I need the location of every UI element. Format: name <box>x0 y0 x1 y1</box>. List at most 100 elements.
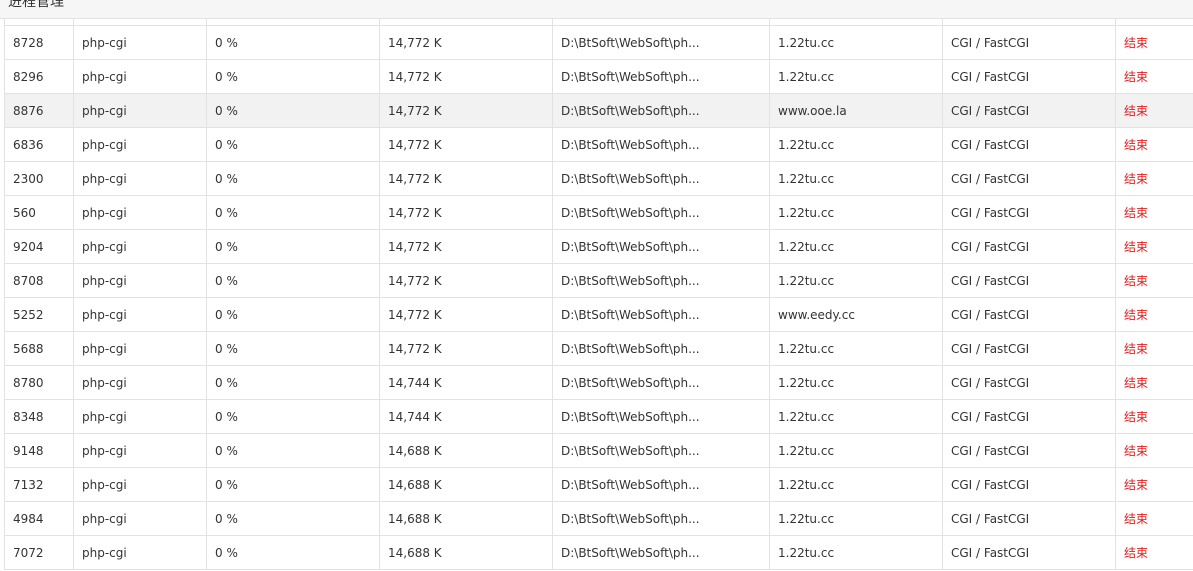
type-cell: CGI / FastCGI <box>942 433 1116 468</box>
table-row[interactable]: 8780 php-cgi 0 % 14,744 K D:\BtSoft\WebSoft\… <box>4 365 1193 400</box>
table-row[interactable]: 7072 php-cgi 0 % 14,688 K D:\BtSoft\WebSoft\… <box>4 535 1193 570</box>
end-process-button[interactable]: 结束 <box>1115 365 1193 400</box>
cpu-cell: 0 % <box>206 25 380 60</box>
pid-cell: 2300 <box>4 161 74 196</box>
process-name-cell: php-cgi <box>73 365 207 400</box>
cpu-cell: 0 % <box>206 263 380 298</box>
site-cell: 1.22tu.cc <box>769 399 943 434</box>
process-name-cell: php-cgi <box>73 501 207 536</box>
memory-cell: 14,688 K <box>379 467 553 502</box>
site-cell: www.eedy.cc <box>769 297 943 332</box>
table-row[interactable]: 8728 php-cgi 0 % 14,772 K D:\BtSoft\WebSoft\… <box>4 25 1193 60</box>
type-cell: CGI / FastCGI <box>942 365 1116 400</box>
table-row[interactable]: 560 php-cgi 0 % 14,772 K D:\BtSoft\WebSoft\p… <box>4 195 1193 230</box>
panel-header: 进程管理 <box>0 0 1193 19</box>
cpu-cell: 0 % <box>206 93 380 128</box>
end-process-button[interactable]: 结束 <box>1115 59 1193 94</box>
panel-title: 进程管理 <box>8 0 64 10</box>
site-cell: 1.22tu.cc <box>769 195 943 230</box>
pid-cell: 8876 <box>4 93 74 128</box>
pid-cell: 4984 <box>4 501 74 536</box>
end-process-button[interactable]: 结束 <box>1115 467 1193 502</box>
table-row[interactable]: 5688 php-cgi 0 % 14,772 K D:\BtSoft\WebSoft\… <box>4 331 1193 366</box>
process-name-cell: php-cgi <box>73 535 207 570</box>
end-process-button[interactable]: 结束 <box>1115 535 1193 570</box>
pid-cell: 8708 <box>4 263 74 298</box>
path-cell: D:\BtSoft\WebSoft\ph... <box>552 25 770 60</box>
memory-cell: 14,688 K <box>379 535 553 570</box>
path-cell: D:\BtSoft\WebSoft\ph... <box>552 297 770 332</box>
process-name-cell: php-cgi <box>73 127 207 162</box>
end-process-button[interactable]: 结束 <box>1115 297 1193 332</box>
cpu-cell: 0 % <box>206 535 380 570</box>
process-name-cell: php-cgi <box>73 467 207 502</box>
cpu-cell: 0 % <box>206 365 380 400</box>
end-process-button[interactable]: 结束 <box>1115 433 1193 468</box>
site-cell: 1.22tu.cc <box>769 467 943 502</box>
end-process-button[interactable]: 结束 <box>1115 195 1193 230</box>
pid-cell: 5252 <box>4 297 74 332</box>
end-process-button[interactable]: 结束 <box>1115 93 1193 128</box>
process-name-cell: php-cgi <box>73 331 207 366</box>
process-name-cell: php-cgi <box>73 433 207 468</box>
pid-cell: 7132 <box>4 467 74 502</box>
cpu-cell: 0 % <box>206 331 380 366</box>
scrollbar[interactable] <box>1187 18 1193 571</box>
memory-cell: 14,744 K <box>379 399 553 434</box>
table-row[interactable]: 7132 php-cgi 0 % 14,688 K D:\BtSoft\WebSoft\… <box>4 467 1193 502</box>
table-row[interactable]: 5252 php-cgi 0 % 14,772 K D:\BtSoft\WebSoft\… <box>4 297 1193 332</box>
cpu-cell: 0 % <box>206 229 380 264</box>
site-cell: 1.22tu.cc <box>769 501 943 536</box>
header-cell <box>552 18 770 26</box>
table-row[interactable]: 8708 php-cgi 0 % 14,772 K D:\BtSoft\WebSoft\… <box>4 263 1193 298</box>
memory-cell: 14,772 K <box>379 331 553 366</box>
pid-cell: 9204 <box>4 229 74 264</box>
path-cell: D:\BtSoft\WebSoft\ph... <box>552 195 770 230</box>
type-cell: CGI / FastCGI <box>942 93 1116 128</box>
process-name-cell: php-cgi <box>73 297 207 332</box>
cpu-cell: 0 % <box>206 297 380 332</box>
end-process-button[interactable]: 结束 <box>1115 399 1193 434</box>
end-process-button[interactable]: 结束 <box>1115 127 1193 162</box>
memory-cell: 14,772 K <box>379 195 553 230</box>
site-cell: 1.22tu.cc <box>769 25 943 60</box>
table-row[interactable]: 6836 php-cgi 0 % 14,772 K D:\BtSoft\WebSoft\… <box>4 127 1193 162</box>
memory-cell: 14,772 K <box>379 59 553 94</box>
site-cell: 1.22tu.cc <box>769 161 943 196</box>
table-row[interactable]: 9204 php-cgi 0 % 14,772 K D:\BtSoft\WebSoft\… <box>4 229 1193 264</box>
end-process-button[interactable]: 结束 <box>1115 501 1193 536</box>
process-table: 8728 php-cgi 0 % 14,772 K D:\BtSoft\WebSoft\… <box>4 18 1193 570</box>
header-cell <box>1115 18 1193 26</box>
table-row[interactable]: 8296 php-cgi 0 % 14,772 K D:\BtSoft\WebSoft\… <box>4 59 1193 94</box>
table-header-row <box>4 18 1193 26</box>
end-process-button[interactable]: 结束 <box>1115 331 1193 366</box>
end-process-button[interactable]: 结束 <box>1115 25 1193 60</box>
process-name-cell: php-cgi <box>73 161 207 196</box>
type-cell: CGI / FastCGI <box>942 195 1116 230</box>
process-table-container[interactable]: 8728 php-cgi 0 % 14,772 K D:\BtSoft\WebSoft\… <box>4 18 1193 571</box>
site-cell: 1.22tu.cc <box>769 229 943 264</box>
memory-cell: 14,772 K <box>379 263 553 298</box>
table-row[interactable]: 2300 php-cgi 0 % 14,772 K D:\BtSoft\WebSoft\… <box>4 161 1193 196</box>
path-cell: D:\BtSoft\WebSoft\ph... <box>552 229 770 264</box>
end-process-button[interactable]: 结束 <box>1115 161 1193 196</box>
site-cell: 1.22tu.cc <box>769 263 943 298</box>
process-name-cell: php-cgi <box>73 25 207 60</box>
table-row[interactable]: 4984 php-cgi 0 % 14,688 K D:\BtSoft\WebSoft\… <box>4 501 1193 536</box>
cpu-cell: 0 % <box>206 433 380 468</box>
memory-cell: 14,772 K <box>379 161 553 196</box>
type-cell: CGI / FastCGI <box>942 263 1116 298</box>
header-cell <box>4 18 74 26</box>
pid-cell: 8296 <box>4 59 74 94</box>
table-row[interactable]: 8348 php-cgi 0 % 14,744 K D:\BtSoft\WebSoft\… <box>4 399 1193 434</box>
table-row[interactable]: 9148 php-cgi 0 % 14,688 K D:\BtSoft\WebSoft\… <box>4 433 1193 468</box>
process-name-cell: php-cgi <box>73 263 207 298</box>
end-process-button[interactable]: 结束 <box>1115 263 1193 298</box>
table-row[interactable]: 8876 php-cgi 0 % 14,772 K D:\BtSoft\WebSoft\… <box>4 93 1193 128</box>
header-cell <box>379 18 553 26</box>
site-cell: 1.22tu.cc <box>769 331 943 366</box>
type-cell: CGI / FastCGI <box>942 161 1116 196</box>
cpu-cell: 0 % <box>206 501 380 536</box>
end-process-button[interactable]: 结束 <box>1115 229 1193 264</box>
type-cell: CGI / FastCGI <box>942 399 1116 434</box>
